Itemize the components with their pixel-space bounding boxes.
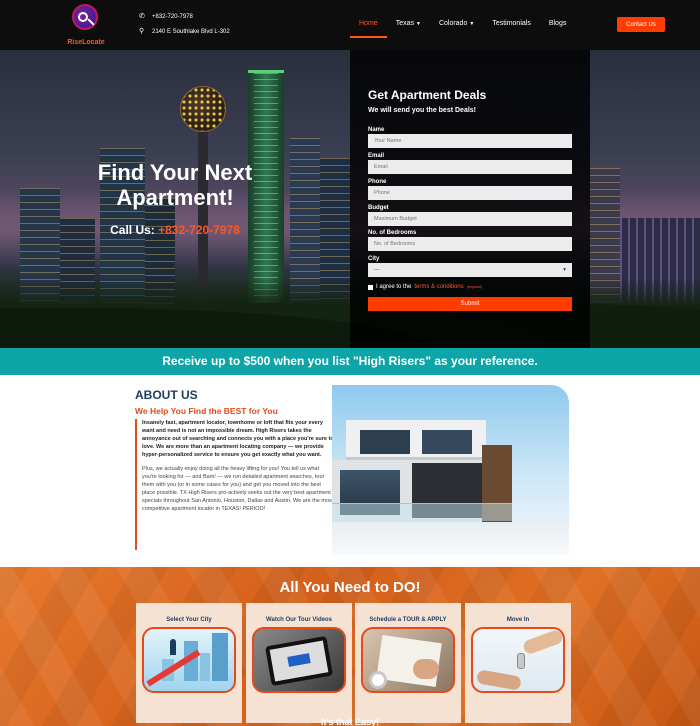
hero-call[interactable]: Call Us: +832-720-7978 [80, 223, 270, 237]
signing-documents-image [361, 627, 455, 693]
about-title: ABOUT US [135, 388, 198, 402]
site-logo[interactable]: RiseLocate [66, 4, 106, 48]
nav-testimonials[interactable]: Testimonials [483, 14, 540, 33]
header-phone[interactable]: ✆ +832-720-7978 [139, 13, 193, 20]
terms-link[interactable]: terms & conditions [414, 284, 463, 290]
hero-section: Find Your Next Apartment! Call Us: +832-… [0, 50, 700, 348]
phone-label: Phone [368, 179, 387, 185]
city-label: City [368, 256, 380, 262]
about-regular-text: Plus, we actually enjoy doing all the he… [142, 466, 334, 512]
house-railing [332, 503, 512, 521]
main-nav: Home Texas ▼ Colorado ▼ Testimonials Blogs [350, 14, 576, 38]
step-card-schedule-tour[interactable]: Schedule a TOUR & APPLY [355, 603, 461, 723]
tablet-video-image [252, 627, 346, 693]
steps-title: All You Need to DO! [279, 579, 421, 596]
hero-call-phone[interactable]: +832-720-7978 [158, 223, 240, 237]
person-icon [170, 639, 176, 655]
chevron-down-icon: ▼ [469, 21, 475, 27]
contact-us-button[interactable]: Contact Us [617, 17, 665, 32]
city-select-value: --- [374, 267, 380, 273]
form-title: Get Apartment Deals [368, 88, 487, 102]
hand [476, 669, 522, 691]
phone-field[interactable] [368, 186, 572, 200]
step-label: Schedule a TOUR & APPLY [369, 617, 447, 623]
nav-blogs[interactable]: Blogs [540, 14, 576, 33]
steps-section: All You Need to DO! Select Your City Wat… [0, 567, 700, 726]
header-phone-text: +832-720-7978 [152, 13, 193, 20]
nav-texas[interactable]: Texas ▼ [387, 14, 430, 33]
keys-icon [517, 653, 525, 669]
terms-checkbox[interactable] [368, 284, 373, 290]
step-label: Move In [506, 617, 530, 623]
hand [413, 659, 439, 679]
chevron-down-icon: ▼ [415, 21, 421, 27]
budget-field[interactable] [368, 212, 572, 226]
phone-icon: ✆ [139, 13, 145, 20]
email-label: Email [368, 153, 385, 159]
steps-footer: It's that Easy! [320, 717, 380, 726]
hero-title: Find Your Next Apartment! [97, 160, 253, 210]
step-card-move-in[interactable]: Move In [465, 603, 571, 723]
step-label: Watch Our Tour Videos [266, 617, 332, 623]
step-card-tour-videos[interactable]: Watch Our Tour Videos [246, 603, 352, 723]
header-address-text: 2140 E Southlake Blvd L-302 [152, 28, 230, 35]
promo-banner: Receive up to $500 when you list "High R… [0, 348, 700, 375]
about-body: Insanely fast, apartment locator, townho… [135, 419, 335, 550]
about-bold-text: Insanely fast, apartment locator, townho… [142, 420, 334, 458]
reunion-tower-ball [180, 86, 226, 132]
house-window [422, 430, 472, 454]
city-building [212, 633, 228, 681]
house-image [332, 385, 569, 555]
chevron-down-icon: ▾ [563, 267, 566, 273]
step-card-select-city[interactable]: Select Your City [136, 603, 242, 723]
city-growth-image [142, 627, 236, 693]
coffee-cup-icon [369, 671, 387, 689]
house-window [360, 430, 410, 454]
form-subtitle: We will send you the best Deals! [368, 107, 477, 114]
terms-agreement: I agree to the terms & conditions (requi… [368, 284, 482, 290]
house-base [332, 522, 569, 555]
nav-home-label: Home [359, 20, 378, 27]
site-header: RiseLocate ✆ +832-720-7978 ⚲ 2140 E Sout… [0, 0, 700, 50]
location-pin-icon: ⚲ [139, 28, 145, 35]
hand [521, 629, 563, 656]
step-label: Select Your City [166, 617, 212, 623]
email-field[interactable] [368, 160, 572, 174]
terms-prefix: I agree to the [376, 284, 412, 290]
hero-call-label: Call Us: [110, 223, 159, 237]
magnifier-icon [78, 12, 88, 22]
header-address: ⚲ 2140 E Southlake Blvd L-302 [139, 28, 230, 35]
nav-blogs-label: Blogs [548, 20, 567, 27]
nav-texas-label: Texas [395, 20, 414, 27]
city-select[interactable]: --- ▾ [368, 263, 572, 277]
bedrooms-label: No. of Bedrooms [368, 230, 417, 236]
apartment-deals-form: Get Apartment Deals We will send you the… [350, 50, 590, 348]
name-label: Name [368, 127, 385, 133]
nav-colorado-label: Colorado [438, 20, 468, 27]
terms-required: (required) [466, 285, 482, 289]
keys-handover-image [471, 627, 565, 693]
nav-home[interactable]: Home [350, 14, 387, 38]
nav-testimonials-label: Testimonials [492, 20, 531, 27]
bedrooms-field[interactable] [368, 237, 572, 251]
about-subtitle: We Help You Find the BEST for You [135, 406, 278, 416]
name-field[interactable] [368, 134, 572, 148]
budget-label: Budget [368, 205, 389, 211]
city-building [200, 653, 210, 681]
nav-colorado[interactable]: Colorado ▼ [430, 14, 483, 33]
submit-button[interactable]: Submit [368, 297, 572, 311]
logo-text: RiseLocate [67, 39, 105, 46]
